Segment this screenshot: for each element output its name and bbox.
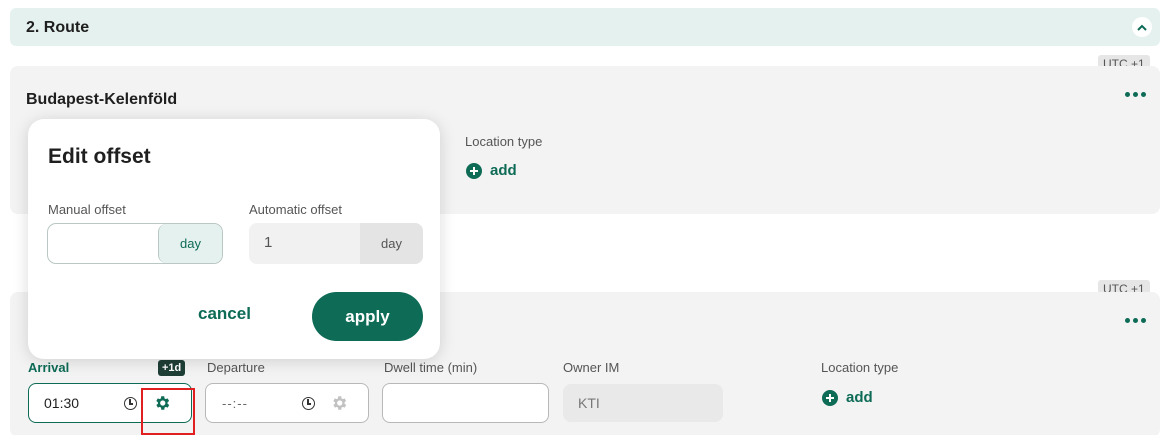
- plus-circle-icon: [822, 389, 838, 406]
- dot-icon: [1125, 92, 1130, 97]
- dot-icon: [1133, 92, 1138, 97]
- add-label: add: [846, 389, 873, 406]
- cancel-button[interactable]: cancel: [198, 304, 251, 324]
- location-type-label: Location type: [465, 134, 543, 149]
- apply-button[interactable]: apply: [312, 292, 423, 341]
- dot-icon: [1125, 318, 1130, 323]
- highlight-box: [141, 388, 195, 435]
- owner-im-value: KTI: [578, 395, 600, 411]
- departure-time-input[interactable]: --:--: [205, 383, 369, 423]
- dwell-time-input[interactable]: [382, 383, 549, 423]
- automatic-offset-value: 1: [264, 234, 273, 251]
- day-offset-badge: +1d: [158, 360, 186, 376]
- automatic-offset-field: 1 day: [249, 223, 423, 264]
- arrival-label: Arrival: [28, 360, 70, 375]
- route-section-header: 2. Route: [10, 8, 1160, 46]
- owner-im-label: Owner IM: [563, 360, 620, 375]
- stop-name: Budapest-Kelenföld: [26, 91, 178, 108]
- gear-icon[interactable]: [330, 394, 348, 412]
- clock-icon[interactable]: [302, 397, 315, 410]
- location-type-label: Location type: [821, 360, 899, 375]
- owner-im-field: KTI: [563, 384, 723, 422]
- edit-offset-popover: Edit offset Manual offset Automatic offs…: [28, 119, 440, 359]
- manual-offset-input[interactable]: day: [47, 223, 223, 264]
- dwell-time-label: Dwell time (min): [384, 360, 478, 375]
- departure-label: Departure: [207, 360, 265, 375]
- automatic-offset-label: Automatic offset: [249, 202, 342, 217]
- dot-icon: [1133, 318, 1138, 323]
- more-options-button[interactable]: [1125, 92, 1146, 97]
- manual-offset-unit: day: [158, 224, 222, 263]
- section-title: 2. Route: [26, 19, 90, 36]
- add-label: add: [490, 162, 517, 179]
- automatic-offset-unit: day: [360, 223, 423, 264]
- popover-title: Edit offset: [48, 145, 151, 168]
- plus-circle-icon: [466, 162, 482, 179]
- dot-icon: [1141, 92, 1146, 97]
- add-location-type-button[interactable]: add: [822, 389, 873, 406]
- add-location-type-button[interactable]: add: [466, 162, 517, 179]
- arrival-time-value: 01:30: [44, 395, 80, 411]
- more-options-button[interactable]: [1125, 318, 1146, 323]
- manual-offset-label: Manual offset: [48, 202, 126, 217]
- collapse-button[interactable]: [1132, 17, 1152, 37]
- clock-icon[interactable]: [124, 397, 137, 410]
- departure-time-value: --:--: [222, 396, 248, 411]
- chevron-up-icon: [1137, 24, 1147, 31]
- dot-icon: [1141, 318, 1146, 323]
